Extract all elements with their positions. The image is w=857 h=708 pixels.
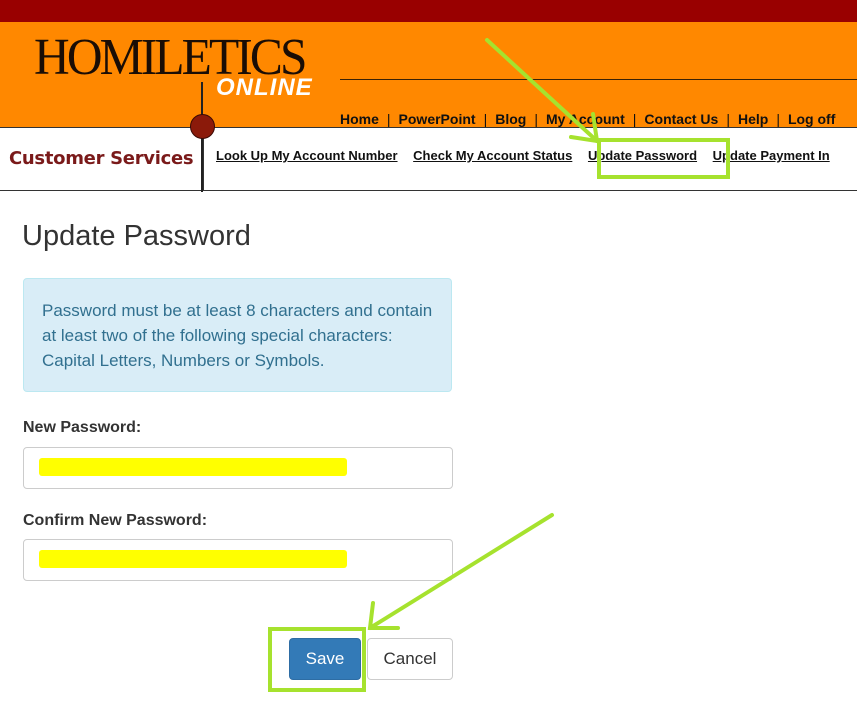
- arrow-to-save: [367, 513, 554, 630]
- annotation-arrows: [367, 38, 600, 630]
- arrow-to-update-password: [485, 38, 600, 144]
